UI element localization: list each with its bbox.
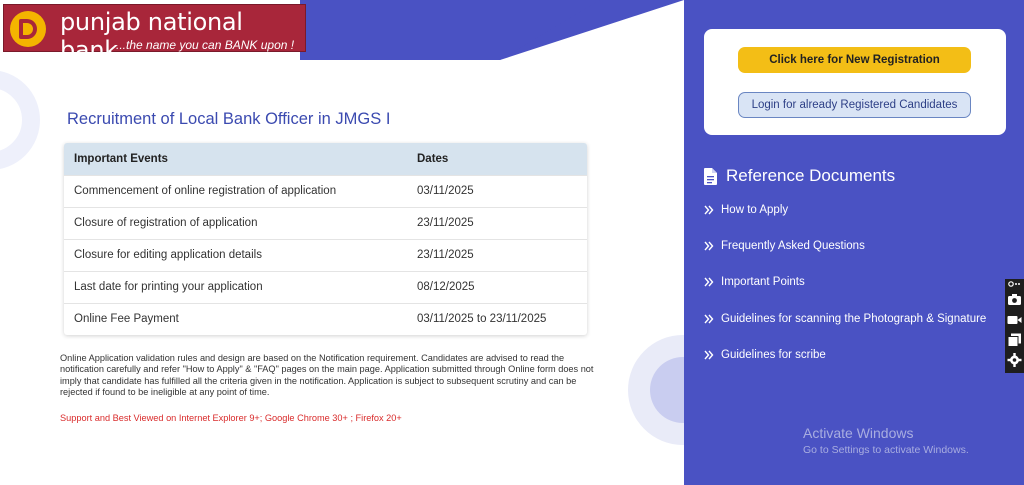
bank-logo[interactable]: punjab national bank ...the name you can…: [3, 4, 306, 64]
table-header-row: Important Events Dates: [64, 143, 587, 175]
reference-documents-title: Reference Documents: [726, 166, 896, 185]
table-row: Commencement of online registration of a…: [64, 174, 587, 207]
event-cell: Closure of registration of application: [64, 206, 407, 239]
video-icon[interactable]: [1007, 313, 1022, 327]
double-chevron-icon: [704, 350, 714, 360]
login-registered-button[interactable]: Login for already Registered Candidates: [738, 92, 971, 118]
floating-toolbar: [1005, 279, 1024, 373]
activate-windows-watermark: Activate Windows Go to Settings to activ…: [803, 425, 969, 456]
table-row: Last date for printing your application …: [64, 270, 587, 303]
date-cell: 03/11/2025: [407, 174, 587, 207]
new-registration-button[interactable]: Click here for New Registration: [738, 47, 971, 73]
link-how-to-apply[interactable]: How to Apply: [704, 204, 788, 216]
page-title: Recruitment of Local Bank Officer in JMG…: [67, 110, 391, 128]
watermark-subtitle: Go to Settings to activate Windows.: [803, 444, 969, 456]
copy-icon[interactable]: [1007, 333, 1022, 347]
important-events-table: Important Events Dates Commencement of o…: [64, 143, 587, 335]
decorative-circle-inner: [650, 357, 684, 423]
browser-support-note: Support and Best Viewed on Internet Expl…: [60, 413, 402, 423]
camera-icon[interactable]: [1007, 292, 1022, 306]
bank-tagline: ...the name you can BANK upon !: [116, 38, 295, 52]
link-important-points[interactable]: Important Points: [704, 276, 805, 288]
logo-mark-icon: [10, 11, 46, 47]
link-scribe-guidelines[interactable]: Guidelines for scribe: [704, 349, 826, 361]
reference-documents-heading: Reference Documents: [704, 166, 895, 186]
date-cell: 03/11/2025 to 23/11/2025: [407, 302, 587, 335]
double-chevron-icon: [704, 314, 714, 324]
bank-name: punjab national bank: [60, 8, 243, 64]
table-row: Online Fee Payment 03/11/2025 to 23/11/2…: [64, 302, 587, 335]
link-faq[interactable]: Frequently Asked Questions: [704, 240, 865, 252]
event-cell: Commencement of online registration of a…: [64, 174, 407, 207]
event-cell: Last date for printing your application: [64, 270, 407, 303]
date-cell: 23/11/2025: [407, 238, 587, 271]
link-icon[interactable]: [1007, 280, 1022, 288]
column-header-events: Important Events: [64, 143, 407, 175]
right-sidebar: Click here for New Registration Login fo…: [684, 0, 1024, 485]
date-cell: 23/11/2025: [407, 206, 587, 239]
watermark-title: Activate Windows: [803, 425, 914, 441]
decorative-circle: [0, 70, 40, 170]
event-cell: Closure for editing application details: [64, 238, 407, 271]
table-row: Closure for editing application details …: [64, 238, 587, 271]
double-chevron-icon: [704, 205, 714, 215]
date-cell: 08/12/2025: [407, 270, 587, 303]
link-scanning-guidelines[interactable]: Guidelines for scanning the Photograph &…: [704, 313, 986, 325]
double-chevron-icon: [704, 277, 714, 287]
column-header-dates: Dates: [407, 143, 587, 175]
validation-notice: Online Application validation rules and …: [60, 353, 594, 398]
settings-icon[interactable]: [1007, 353, 1022, 367]
event-cell: Online Fee Payment: [64, 302, 407, 335]
decorative-circle: [628, 335, 684, 445]
double-chevron-icon: [704, 241, 714, 251]
registration-card: Click here for New Registration Login fo…: [704, 29, 1006, 135]
document-icon: [704, 167, 717, 185]
table-row: Closure of registration of application 2…: [64, 206, 587, 239]
